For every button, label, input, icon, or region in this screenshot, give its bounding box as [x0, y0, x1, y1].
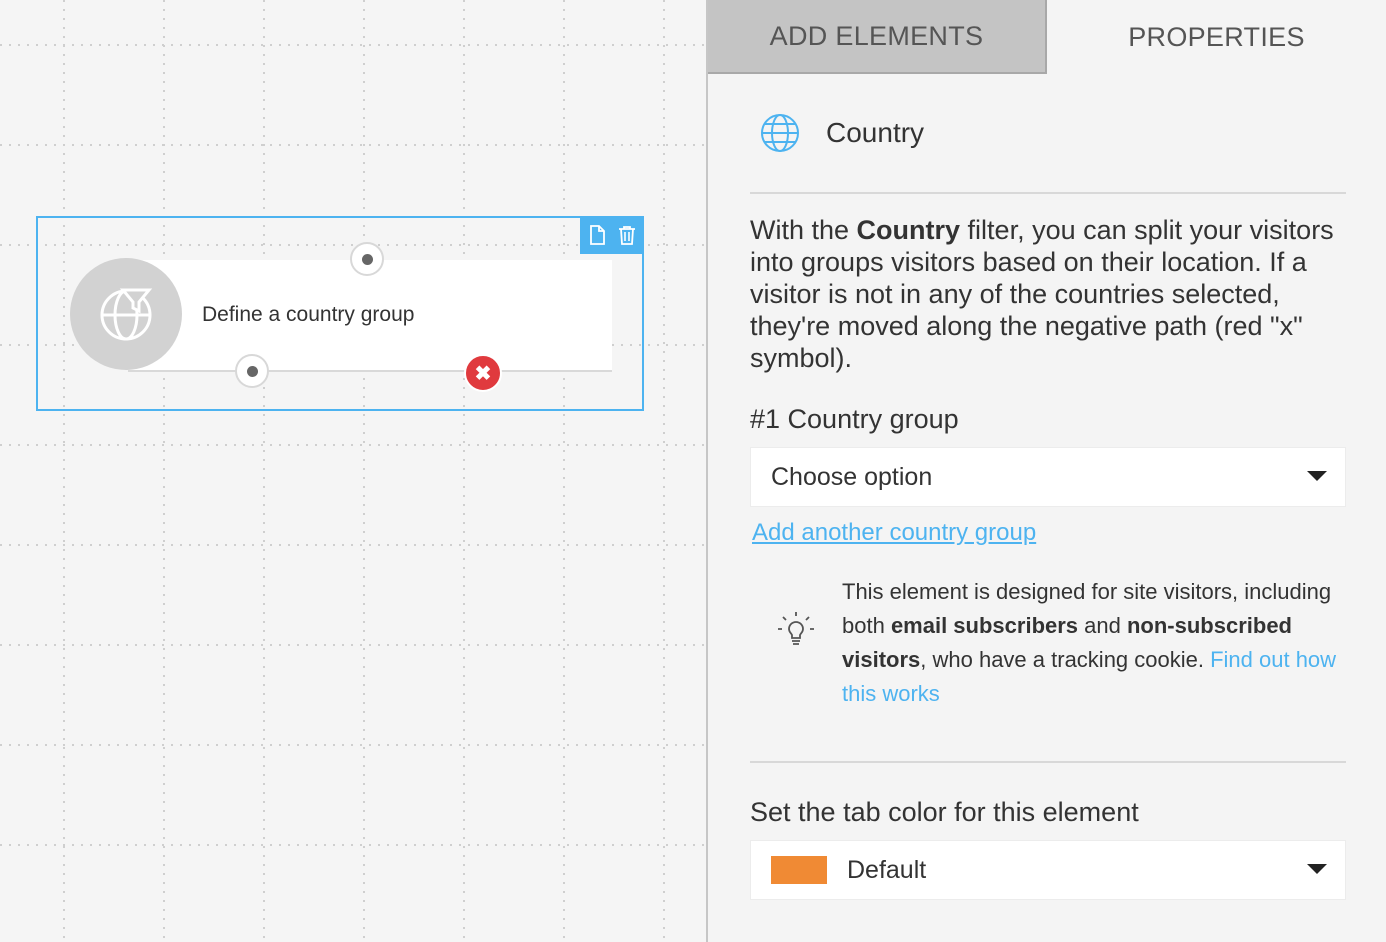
country-group-select[interactable]: Choose option [750, 447, 1346, 507]
trash-icon[interactable] [615, 223, 639, 247]
properties-body: Country With the Country filter, you can… [708, 74, 1386, 900]
element-title: Country [826, 117, 925, 148]
color-swatch [771, 856, 827, 884]
chevron-down-icon [1307, 864, 1327, 874]
element-description: With the Country filter, you can split y… [750, 215, 1334, 373]
positive-output-port[interactable] [235, 354, 269, 388]
element-header: Country [750, 74, 1346, 194]
country-node[interactable]: Define a country group ✖ [36, 216, 644, 411]
tab-properties[interactable]: PROPERTIES [1047, 0, 1386, 74]
node-card[interactable]: Define a country group [128, 260, 612, 372]
tab-color-select[interactable]: Default [750, 840, 1346, 900]
document-icon[interactable] [585, 223, 609, 247]
chevron-down-icon [1307, 471, 1327, 481]
negative-output-port[interactable]: ✖ [464, 354, 502, 392]
globe-filter-icon [70, 258, 182, 370]
select-value: Default [847, 855, 927, 884]
country-group-label: #1 Country group [750, 404, 959, 434]
tab-add-elements[interactable]: ADD ELEMENTS [708, 0, 1047, 74]
flow-canvas[interactable]: Define a country group ✖ [0, 0, 706, 942]
node-toolbar [580, 216, 644, 254]
lightbulb-icon [750, 575, 842, 711]
select-value: Choose option [771, 462, 933, 491]
panel-tabs: ADD ELEMENTS PROPERTIES [708, 0, 1386, 74]
tip-text: This element is designed for site visito… [842, 579, 1337, 706]
add-country-group-link[interactable]: Add another country group [752, 519, 1036, 547]
info-tip: This element is designed for site visito… [750, 575, 1346, 763]
side-panel: ADD ELEMENTS PROPERTIES Country With the… [706, 0, 1386, 942]
canvas-grid [0, 0, 706, 942]
node-label: Define a country group [202, 303, 415, 326]
tab-color-label: Set the tab color for this element [750, 797, 1139, 827]
globe-icon [760, 111, 804, 155]
input-port[interactable] [350, 242, 384, 276]
